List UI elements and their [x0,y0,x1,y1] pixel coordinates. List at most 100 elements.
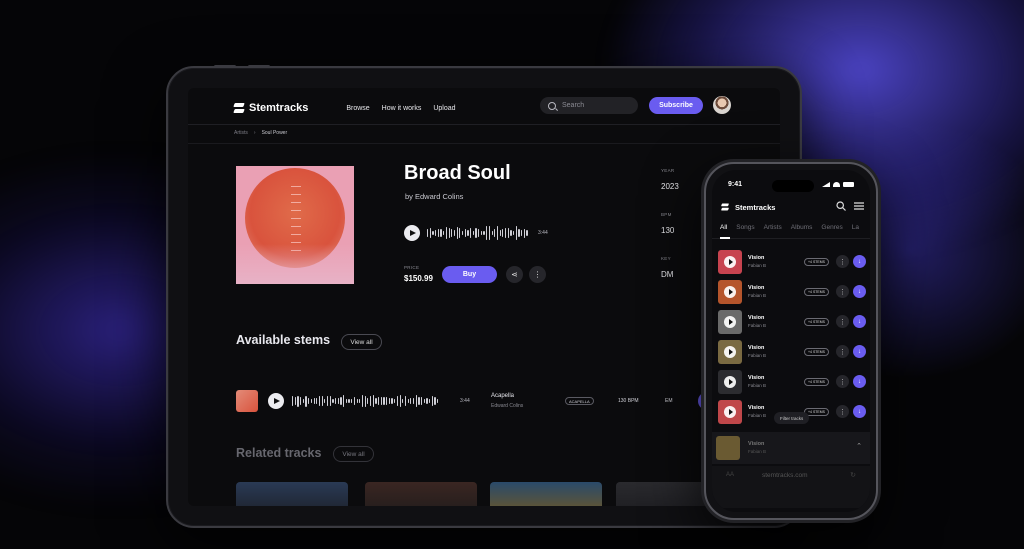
now-playing-bar[interactable]: Vision Fabian B ⌃ [712,432,870,464]
url-text[interactable]: stemtracks.com [762,472,808,479]
related-track-card[interactable] [365,482,477,506]
battery-icon [843,182,854,187]
breadcrumb-parent[interactable]: Artists [234,130,248,136]
tab-all[interactable]: All [720,224,727,231]
breadcrumb: Artists › Soul Power [234,130,287,136]
tab-latest[interactable]: La [852,224,859,231]
track-play-button[interactable] [724,376,736,388]
stems-badge: +4 STEMS [804,318,830,326]
waveform-bar [431,396,433,406]
download-icon[interactable]: ↓ [853,345,866,358]
track-artist: Fabian B [748,353,767,358]
track-play-button[interactable] [724,286,736,298]
download-icon[interactable]: ↓ [853,375,866,388]
waveform-bar [451,229,453,237]
stem-waveform[interactable] [292,393,439,409]
more-options-icon[interactable]: ⋮ [529,266,546,283]
waveform-bar [297,395,299,407]
track-artist: Fabian B [748,323,767,328]
phone-device: 9:41 Stemtracks All Songs Artists Albums… [704,162,878,520]
chevron-up-icon[interactable]: ⌃ [856,442,862,450]
avatar[interactable] [713,96,731,114]
nav-link-browse[interactable]: Browse [346,105,369,112]
more-options-icon[interactable]: ⋮ [836,405,849,418]
search-icon[interactable] [836,201,846,211]
share-icon[interactable]: ⋖ [506,266,523,283]
track-play-button[interactable] [724,316,736,328]
more-options-icon[interactable]: ⋮ [836,345,849,358]
more-options-icon[interactable]: ⋮ [836,375,849,388]
filter-tracks-tooltip[interactable]: Filter tracks [774,412,810,424]
related-track-card[interactable] [236,482,348,506]
waveform-bar [459,227,461,239]
menu-icon[interactable] [854,201,864,211]
track-row[interactable]: Vision Fabian B +4 STEMS ⋮ ↓ [718,310,870,336]
waveform-bar [491,230,493,236]
now-playing-artist: Fabian B [748,449,767,454]
subscribe-button[interactable]: Subscribe [649,97,703,114]
download-icon[interactable]: ↓ [853,315,866,328]
waveform-bar [353,397,355,405]
phone-logo[interactable]: Stemtracks [720,202,775,212]
play-button[interactable] [404,225,420,241]
track-artist: Fabian B [748,263,767,268]
search-icon [548,101,556,110]
waveform-bar [302,398,304,404]
download-icon[interactable]: ↓ [853,405,866,418]
waveform-bar [513,230,515,236]
track-play-button[interactable] [724,256,736,268]
available-stems-heading: Available stems [236,333,331,347]
tab-songs[interactable]: Songs [736,224,754,231]
waveform-bar [340,396,342,406]
stems-badge: +4 STEMS [804,348,830,356]
download-icon[interactable]: ↓ [853,255,866,268]
tab-genres[interactable]: Genres [821,224,842,231]
waveform-bar [356,399,358,403]
nav-link-how-it-works[interactable]: How it works [382,105,422,112]
waveform-bar [518,229,520,237]
waveform-bar [367,397,369,405]
track-row[interactable]: Vision Fabian B +4 STEMS ⋮ ↓ [718,370,870,396]
wifi-icon [833,182,840,187]
related-view-all-button[interactable]: View all [333,446,374,462]
stem-play-button[interactable] [268,393,284,409]
more-options-icon[interactable]: ⋮ [836,255,849,268]
album-cover [236,166,354,284]
phone-logo-text: Stemtracks [735,202,776,212]
waveform-bar [343,395,345,407]
reload-icon[interactable]: ↻ [850,471,856,479]
tab-albums[interactable]: Albums [791,224,813,231]
track-row[interactable]: Vision Fabian B +4 STEMS ⋮ ↓ [718,340,870,366]
waveform-bar [321,395,323,407]
nav-link-upload[interactable]: Upload [433,105,455,112]
browser-url-bar: AA stemtracks.com ↻ [712,466,870,508]
waveform-bar [483,231,485,235]
buy-button[interactable]: Buy [442,266,497,283]
related-track-card[interactable] [490,482,602,506]
now-playing-thumbnail [716,436,740,460]
waveform-bar [332,399,334,403]
more-options-icon[interactable]: ⋮ [836,315,849,328]
waveform-bar [310,399,312,403]
track-play-button[interactable] [724,406,736,418]
track-name: Vision [748,405,765,411]
waveform-bar [423,399,425,403]
search-input[interactable]: Search [540,97,638,114]
related-track-card[interactable] [616,482,716,506]
text-size-icon[interactable]: AA [726,472,734,478]
track-row[interactable]: Vision Fabian B +4 STEMS ⋮ ↓ [718,250,870,276]
phone-tabs: All Songs Artists Albums Genres La [720,224,859,231]
track-play-button[interactable] [724,346,736,358]
waveform-bar [407,399,409,403]
waveform-bar [453,229,456,237]
stems-view-all-button[interactable]: View all [341,334,382,350]
track-row[interactable]: Vision Fabian B +4 STEMS ⋮ ↓ [718,280,870,306]
waveform-bar [510,229,512,237]
tab-artists[interactable]: Artists [764,224,782,231]
waveform[interactable] [427,224,528,242]
waveform-bar [372,395,374,407]
stemtracks-logo[interactable]: Stemtracks [234,102,308,114]
track-name: Vision [748,345,765,351]
download-icon[interactable]: ↓ [853,285,866,298]
more-options-icon[interactable]: ⋮ [836,285,849,298]
